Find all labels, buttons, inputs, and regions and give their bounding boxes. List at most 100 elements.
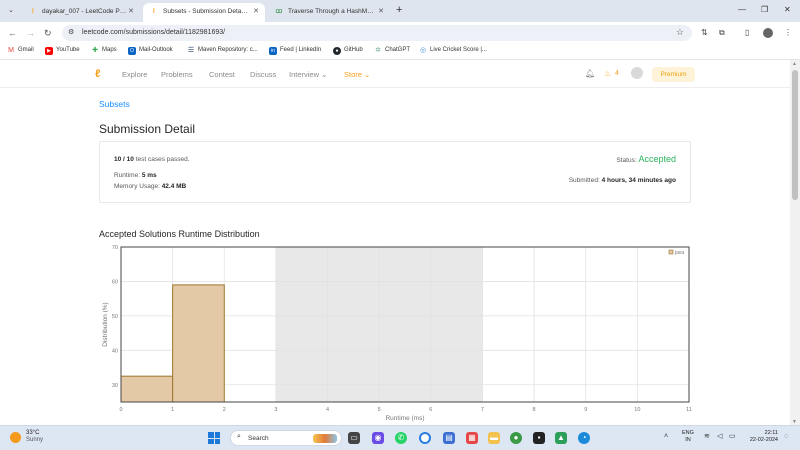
bookmark-youtube[interactable]: ▶ YouTube [45,47,80,55]
system-clock[interactable]: 22:11 22-02-2024 [748,430,778,444]
tab-hashmap-article[interactable]: ꝏ Traverse Through a HashMap in Java ✕ [268,3,390,22]
app-icon[interactable]: ● [510,432,522,444]
forward-icon[interactable]: → [26,27,35,39]
close-tab-icon[interactable]: ✕ [128,3,134,20]
bookmark-outlook[interactable]: O Mail-Outlook [128,47,173,55]
y-tick-label: 60 [112,279,118,285]
nav-store[interactable]: Store ⌄ [344,70,370,79]
streak-count: 4 [615,70,619,77]
sun-icon[interactable] [10,432,21,443]
leetcode-logo-icon[interactable]: ℓ [95,68,107,80]
file-explorer-icon[interactable]: ▬ [488,432,500,444]
chevron-down-icon: ⌄ [321,70,328,79]
x-tick-label: 1 [171,407,174,413]
reload-icon[interactable]: ↻ [44,27,52,39]
bookmark-label: Feed | LinkedIn [280,47,322,53]
x-tick-label: 9 [584,407,587,413]
bookmark-github[interactable]: ● GitHub [333,47,363,55]
whatsapp-icon[interactable]: ✆ [395,432,407,444]
new-tab-icon[interactable]: + [396,4,402,16]
browser-toolbar: ← → ↻ ⚙ leetcode.com/submissions/detail/… [0,22,800,44]
teams-icon[interactable]: ◉ [372,432,384,444]
address-url[interactable]: leetcode.com/submissions/detail/11829816… [82,29,225,36]
cast-icon[interactable]: ⇅ [701,27,708,39]
y-tick-label: 30 [112,383,118,389]
wifi-icon[interactable]: ≋ [704,432,710,442]
bookmark-label: GitHub [344,47,363,53]
cricket-icon: ◎ [419,47,427,54]
maximize-icon[interactable]: ❐ [761,5,768,15]
streak-fire-icon[interactable]: ♨ [604,69,611,79]
nav-contest[interactable]: Contest [209,70,235,79]
bookmark-gmail[interactable]: M Gmail [7,47,34,55]
edge-icon[interactable]: ◔ [578,432,590,444]
bookmark-label: ChatGPT [385,47,411,53]
lang-top: ENG [682,430,694,436]
x-tick-label: 4 [326,407,329,413]
nav-discuss[interactable]: Discuss [250,70,276,79]
bookmark-chatgpt[interactable]: ✲ ChatGPT [374,47,410,55]
close-window-icon[interactable]: ✕ [784,5,791,15]
tray-overflow-icon[interactable]: ˄ [664,432,668,442]
nav-explore[interactable]: Explore [122,70,147,79]
task-view-icon[interactable]: ▭ [348,432,360,444]
language-indicator[interactable]: ENG IN [682,430,694,444]
problem-breadcrumb-link[interactable]: Subsets [99,99,130,109]
nav-problems[interactable]: Problems [161,70,193,79]
tab-leetcode-profile[interactable]: ℓ dayakar_007 - LeetCode Profile ✕ [22,3,140,22]
y-tick-label: 40 [112,348,118,354]
profile-avatar[interactable] [763,28,773,38]
bookmark-label: Live Cricket Score |... [430,47,487,53]
maven-icon: ☰ [187,47,195,54]
bookmark-maven[interactable]: ☰ Maven Repository: c... [187,47,258,55]
page-scrollbar[interactable]: ▲ ▼ [790,60,800,426]
weather-condition: Sunny [26,437,44,443]
runtime-label: Runtime: [114,172,141,179]
taskbar-search[interactable]: ⌕ Search [230,430,342,446]
x-tick-label: 10 [634,407,640,413]
close-tab-icon[interactable]: ✕ [378,3,384,20]
sidepanel-icon[interactable]: ▯ [745,27,749,39]
clock-time: 22:11 [764,430,778,436]
app-icon[interactable]: ▦ [466,432,478,444]
bookmark-maps[interactable]: ✚ Maps [91,47,117,55]
bookmark-linkedin[interactable]: in Feed | LinkedIn [269,47,321,55]
bookmark-cricket[interactable]: ◎ Live Cricket Score |... [419,47,487,55]
bookmarks-bar: M Gmail ▶ YouTube ✚ Maps O Mail-Outlook ☰ Mav… [0,44,800,60]
tests-passed: 10 / 10 test cases passed. [114,156,190,163]
notification-icon[interactable]: ◌ [784,432,788,442]
nav-interview[interactable]: Interview ⌄ [289,70,327,79]
scroll-up-icon[interactable]: ▲ [792,61,797,67]
close-tab-icon[interactable]: ✕ [253,3,259,20]
battery-icon[interactable]: ▭ [729,432,736,442]
back-icon[interactable]: ← [8,27,17,39]
chevron-down-icon: ⌄ [364,70,371,79]
weather-widget[interactable]: 33°C Sunny [26,430,43,444]
terminal-icon[interactable]: ▪ [533,432,545,444]
bookmark-star-icon[interactable]: ☆ [676,27,684,38]
user-avatar[interactable] [631,67,643,79]
app-icon[interactable]: ▲ [555,432,567,444]
bookmark-label: Gmail [18,47,34,53]
windows-start-icon[interactable] [208,432,220,444]
submitted-value: 4 hours, 34 minutes ago [601,177,676,184]
y-tick-label: 70 [112,245,118,251]
address-bar[interactable]: ⚙ leetcode.com/submissions/detail/118298… [62,25,692,41]
scroll-thumb[interactable] [792,70,798,200]
premium-button[interactable]: Premium [652,67,695,82]
minimize-icon[interactable]: — [738,5,746,15]
app-icon[interactable]: ▤ [443,432,455,444]
tab-submission-detail[interactable]: ℓ Subsets - Submission Detail - LeetCode… [143,3,265,22]
notification-bell-icon[interactable]: 🔔︎ [585,69,595,79]
volume-icon[interactable]: ◁ [717,432,722,442]
leetcode-icon: ℓ [31,8,35,15]
extensions-icon[interactable]: ⧉ [719,27,725,39]
site-info-icon[interactable]: ⚙ [68,28,74,36]
memory-label: Memory Usage: [114,183,160,190]
runtime-value: 5 ms [141,172,157,179]
chrome-menu-icon[interactable]: ⋮ [784,27,792,39]
tab-search-icon[interactable]: ⌄ [6,6,16,16]
chrome-taskbar-icon[interactable] [419,432,431,444]
tests-passed-count: 10 / 10 [114,156,134,163]
bookmark-label: Maven Repository: c... [198,47,258,53]
